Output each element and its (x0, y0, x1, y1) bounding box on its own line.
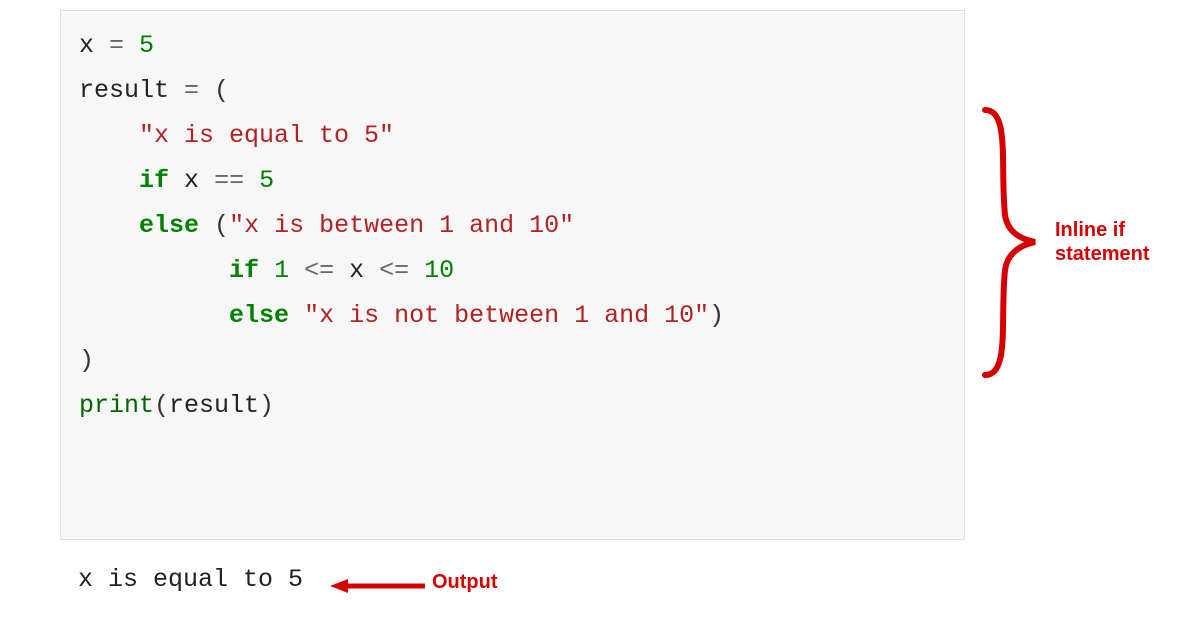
token-var: x (79, 31, 94, 60)
code-line-9: ) (79, 338, 946, 383)
token-paren: ( (154, 391, 169, 420)
code-line-1: x = 5 (79, 23, 946, 68)
token-assign: = (94, 31, 139, 60)
token-string: "x is between 1 and 10" (229, 211, 574, 240)
token-number: 5 (259, 166, 274, 195)
space (199, 211, 214, 240)
token-else: else (139, 211, 199, 240)
token-le: <= (289, 256, 349, 285)
token-var: x (349, 256, 364, 285)
annotation-output: Output (432, 570, 552, 594)
token-if: if (229, 256, 259, 285)
token-var: result (79, 76, 169, 105)
token-paren: ) (709, 301, 724, 330)
space (259, 256, 274, 285)
token-le: <= (364, 256, 424, 285)
code-block: x = 5 result = ( "x is equal to 5" if x … (60, 10, 965, 540)
token-paren: ) (259, 391, 274, 420)
token-assign: = (169, 76, 214, 105)
token-paren: ) (79, 346, 94, 375)
arrow-left-icon (330, 578, 425, 594)
indent (79, 256, 229, 285)
annotation-inline-if: Inline if statement (1055, 218, 1195, 266)
token-string: "x is equal to 5" (139, 121, 394, 150)
token-var: x (184, 166, 199, 195)
space (289, 301, 304, 330)
token-number: 1 (274, 256, 289, 285)
token-number: 10 (424, 256, 454, 285)
space (169, 166, 184, 195)
token-print: print (79, 391, 154, 420)
token-paren: ( (214, 211, 229, 240)
token-paren: ( (214, 76, 229, 105)
code-line-11: print(result) (79, 383, 946, 428)
code-line-7: if 1 <= x <= 10 (79, 248, 946, 293)
brace-icon (980, 105, 1040, 380)
token-var: result (169, 391, 259, 420)
code-line-3: result = ( (79, 68, 946, 113)
token-number: 5 (139, 31, 154, 60)
token-eqeq: == (199, 166, 259, 195)
token-else: else (229, 301, 289, 330)
code-line-8: else "x is not between 1 and 10") (79, 293, 946, 338)
indent (79, 121, 139, 150)
code-line-4: "x is equal to 5" (79, 113, 946, 158)
code-line-6: else ("x is between 1 and 10" (79, 203, 946, 248)
indent (79, 301, 229, 330)
token-if: if (139, 166, 169, 195)
indent (79, 166, 139, 195)
code-line-5: if x == 5 (79, 158, 946, 203)
token-string: "x is not between 1 and 10" (304, 301, 709, 330)
indent (79, 211, 139, 240)
output-text: x is equal to 5 (78, 565, 303, 594)
